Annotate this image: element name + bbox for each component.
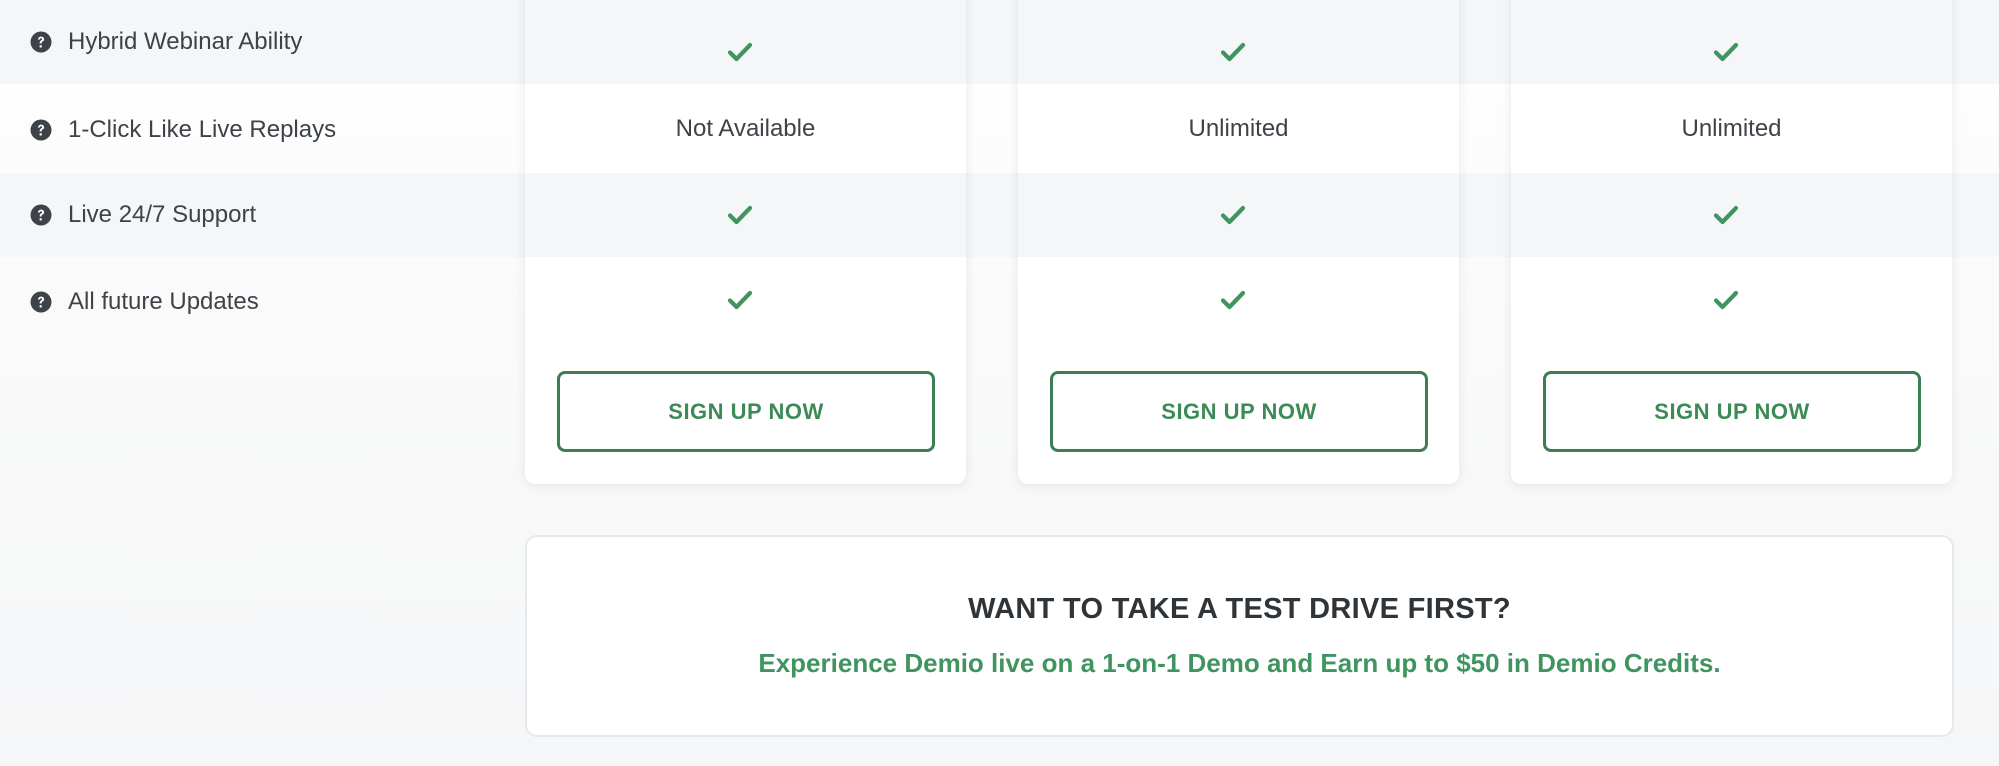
sign-up-button[interactable]: SIGN UP NOW xyxy=(557,371,935,452)
checkmark-icon xyxy=(1713,205,1738,225)
cell-hybrid-webinar xyxy=(1511,0,1952,84)
checkmark-icon xyxy=(1220,290,1245,310)
feature-label: Hybrid Webinar Ability xyxy=(68,28,303,55)
cell-updates xyxy=(525,257,966,343)
plan-column-2: Unlimited SIGN UP NOW xyxy=(1018,0,1459,484)
checkmark-icon xyxy=(1713,42,1738,62)
plan-column-3: Unlimited SIGN UP NOW xyxy=(1511,0,1952,484)
sign-up-button[interactable]: SIGN UP NOW xyxy=(1050,371,1428,452)
cell-support xyxy=(1018,173,1459,257)
feature-row-support: Live 24/7 Support xyxy=(30,195,256,235)
cell-updates xyxy=(1511,257,1952,343)
cell-replays: Unlimited xyxy=(1511,84,1952,173)
checkmark-icon xyxy=(1713,290,1738,310)
checkmark-icon xyxy=(727,290,752,310)
test-drive-title: WANT TO TAKE A TEST DRIVE FIRST? xyxy=(968,593,1511,625)
cell-updates xyxy=(1018,257,1459,343)
replays-value: Unlimited xyxy=(1188,114,1289,142)
checkmark-icon xyxy=(1220,42,1245,62)
plan-column-1: Not Available SIGN UP NOW xyxy=(525,0,966,484)
checkmark-icon xyxy=(727,42,752,62)
question-circle-icon[interactable] xyxy=(30,204,52,226)
cell-support xyxy=(525,173,966,257)
feature-row-click-replays: 1-Click Like Live Replays xyxy=(30,110,336,150)
cell-replays: Unlimited xyxy=(1018,84,1459,173)
question-circle-icon[interactable] xyxy=(30,119,52,141)
checkmark-icon xyxy=(1220,205,1245,225)
replays-value: Unlimited xyxy=(1681,114,1782,142)
feature-label: Live 24/7 Support xyxy=(68,201,257,228)
cell-replays: Not Available xyxy=(525,84,966,173)
sign-up-button[interactable]: SIGN UP NOW xyxy=(1543,371,1921,452)
feature-row-updates: All future Updates xyxy=(30,282,259,322)
cell-hybrid-webinar xyxy=(1018,0,1459,84)
demo-offer-link[interactable]: Experience Demio live on a 1-on-1 Demo a… xyxy=(527,648,1952,679)
checkmark-icon xyxy=(727,205,752,225)
feature-row-hybrid-webinar: Hybrid Webinar Ability xyxy=(30,22,302,62)
replays-value: Not Available xyxy=(675,114,816,142)
question-circle-icon[interactable] xyxy=(30,31,52,53)
test-drive-banner: WANT TO TAKE A TEST DRIVE FIRST? Experie… xyxy=(525,535,1954,737)
feature-label: All future Updates xyxy=(68,288,259,315)
question-circle-icon[interactable] xyxy=(30,291,52,313)
cell-support xyxy=(1511,173,1952,257)
feature-label: 1-Click Like Live Replays xyxy=(68,116,337,143)
cell-hybrid-webinar xyxy=(525,0,966,84)
